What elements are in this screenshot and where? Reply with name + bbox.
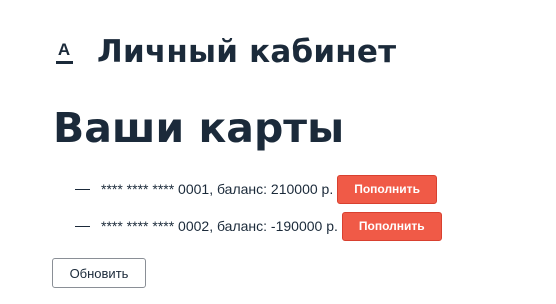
list-dash xyxy=(75,188,90,190)
logo-underline xyxy=(55,60,73,64)
card-list-item: **** **** **** 0001, баланс: 210000 р. П… xyxy=(75,174,437,204)
card-list-item: **** **** **** 0002, баланс: -190000 р. … xyxy=(75,211,442,241)
site-title: Личный кабинет xyxy=(97,34,397,70)
card-info: **** **** **** 0001, баланс: 210000 р. xyxy=(101,181,334,197)
list-dash xyxy=(75,225,90,227)
site-header: A Личный кабинет xyxy=(55,30,396,74)
topup-button[interactable]: Пополнить xyxy=(337,174,437,204)
topup-button[interactable]: Пополнить xyxy=(341,211,442,241)
card-info: **** **** **** 0002, баланс: -190000 р. xyxy=(101,218,338,234)
logo-letter: A xyxy=(57,39,71,59)
logo: A xyxy=(55,37,73,67)
page-heading: Ваши карты xyxy=(53,104,345,152)
refresh-button[interactable]: Обновить xyxy=(52,258,146,288)
